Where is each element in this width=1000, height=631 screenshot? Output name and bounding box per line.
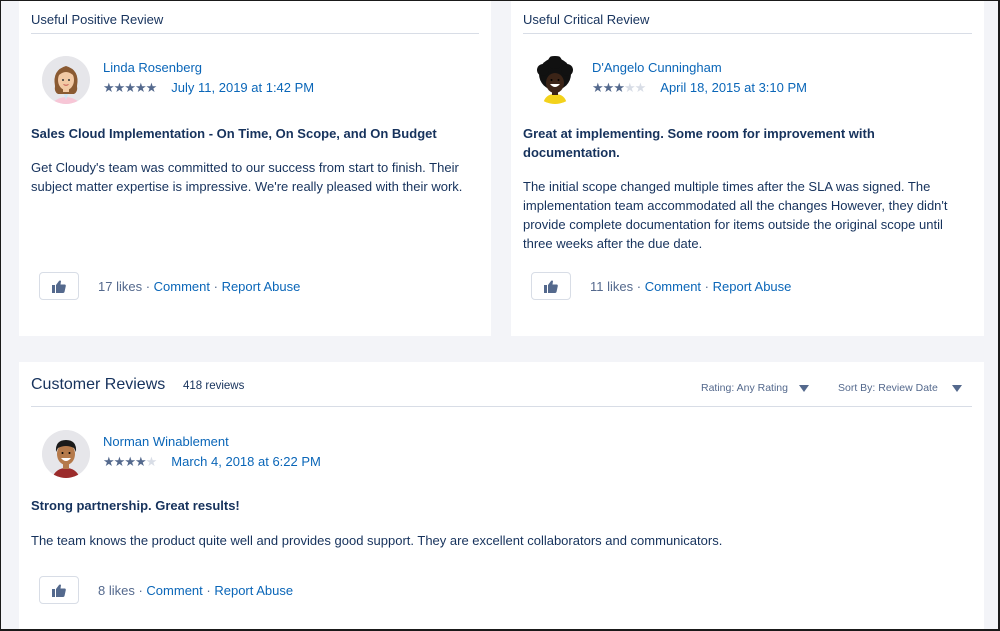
comment-link[interactable]: Comment — [645, 279, 701, 294]
star-icon: ★ — [613, 80, 625, 95]
star-rating: ★ ★ ★ ★ ★ — [103, 80, 158, 95]
review-actions: 17 likes · Comment · Report Abuse — [39, 272, 300, 300]
likes-count: 17 likes — [98, 278, 143, 294]
star-icon: ★ — [113, 454, 126, 469]
star-icon: ★ — [124, 80, 136, 95]
star-rating: ★ ★ ★ ★ ★ — [103, 454, 158, 469]
review-author-link[interactable]: Norman Winablement — [103, 434, 321, 449]
star-icon: ★ — [124, 454, 136, 469]
star-icon: ★ — [634, 80, 647, 95]
like-button[interactable] — [39, 576, 79, 604]
thumbs-up-icon — [544, 280, 558, 293]
likes-count: 11 likes — [590, 278, 634, 294]
review-title: Sales Cloud Implementation - On Time, On… — [31, 126, 437, 141]
card-header: Useful Positive Review — [31, 0, 479, 34]
review-date-link[interactable]: April 18, 2015 at 3:10 PM — [660, 80, 807, 95]
useful-critical-review-card: Useful Critical Review D'Angelo Cunningh… — [511, 0, 984, 336]
star-icon: ★ — [145, 454, 158, 469]
like-button[interactable] — [39, 272, 79, 300]
review-author-block: Norman Winablement ★ ★ ★ ★ ★ March 4, 2018 a… — [42, 430, 321, 478]
caret-down-icon — [951, 384, 962, 392]
likes-count: 8 likes — [98, 582, 135, 598]
section-title: Customer Reviews — [31, 376, 166, 393]
report-abuse-link[interactable]: Report Abuse — [222, 279, 301, 294]
star-icon: ★ — [103, 80, 115, 95]
thumbs-up-icon — [52, 280, 66, 293]
comment-link[interactable]: Comment — [154, 279, 210, 294]
review-author-block: Linda Rosenberg ★ ★ ★ ★ ★ July 11, 2019 at 1… — [42, 56, 314, 104]
review-date-link[interactable]: July 11, 2019 at 1:42 PM — [171, 80, 314, 95]
review-body: The team knows the product quite well an… — [31, 533, 723, 548]
comment-link[interactable]: Comment — [146, 583, 202, 598]
report-abuse-link[interactable]: Report Abuse — [713, 279, 792, 294]
review-count: 418 reviews — [183, 380, 245, 392]
card-header: Useful Critical Review — [523, 0, 972, 34]
customer-reviews-header: Customer Reviews 418 reviews Rating: Any… — [31, 362, 972, 407]
report-abuse-link[interactable]: Report Abuse — [214, 583, 293, 598]
review-actions: 8 likes · Comment · Report Abuse — [39, 576, 293, 604]
star-icon: ★ — [623, 80, 636, 95]
review-author-link[interactable]: D'Angelo Cunningham — [592, 60, 807, 75]
review-title: Strong partnership. Great results! — [31, 498, 240, 513]
avatar — [531, 56, 579, 104]
review-body: Get Cloudy's team was committed to our s… — [31, 160, 463, 194]
rating-filter-label: Rating: Any Rating — [701, 382, 788, 394]
review-author-block: D'Angelo Cunningham ★ ★ ★ ★ ★ April 18, 2015… — [531, 56, 807, 104]
sort-dropdown[interactable]: Sort By: Review Date — [838, 382, 962, 394]
star-icon: ★ — [145, 80, 158, 95]
avatar-woman-icon — [42, 56, 90, 104]
star-icon: ★ — [602, 80, 615, 95]
rating-filter-dropdown[interactable]: Rating: Any Rating — [701, 382, 809, 394]
star-icon: ★ — [134, 454, 147, 469]
useful-positive-review-card: Useful Positive Review Linda Rosenberg ★… — [19, 0, 491, 336]
caret-down-icon — [798, 384, 809, 392]
review-title: Great at implementing. Some room for imp… — [523, 126, 875, 160]
star-icon: ★ — [134, 80, 147, 95]
avatar-afro-icon — [537, 56, 573, 104]
thumbs-up-icon — [52, 584, 66, 597]
star-icon: ★ — [592, 80, 604, 95]
avatar-man-icon — [42, 430, 90, 478]
sort-label: Sort By: Review Date — [838, 382, 938, 394]
like-button[interactable] — [531, 272, 571, 300]
avatar — [42, 56, 90, 104]
avatar — [42, 430, 90, 478]
star-icon: ★ — [103, 454, 115, 469]
star-icon: ★ — [113, 80, 126, 95]
star-rating: ★ ★ ★ ★ ★ — [592, 80, 647, 95]
review-date-link[interactable]: March 4, 2018 at 6:22 PM — [171, 454, 321, 469]
customer-reviews-card: Customer Reviews 418 reviews Rating: Any… — [19, 362, 984, 631]
review-author-link[interactable]: Linda Rosenberg — [103, 60, 314, 75]
review-actions: 11 likes · Comment · Report Abuse — [531, 272, 791, 300]
review-body: The initial scope changed multiple times… — [523, 179, 948, 251]
